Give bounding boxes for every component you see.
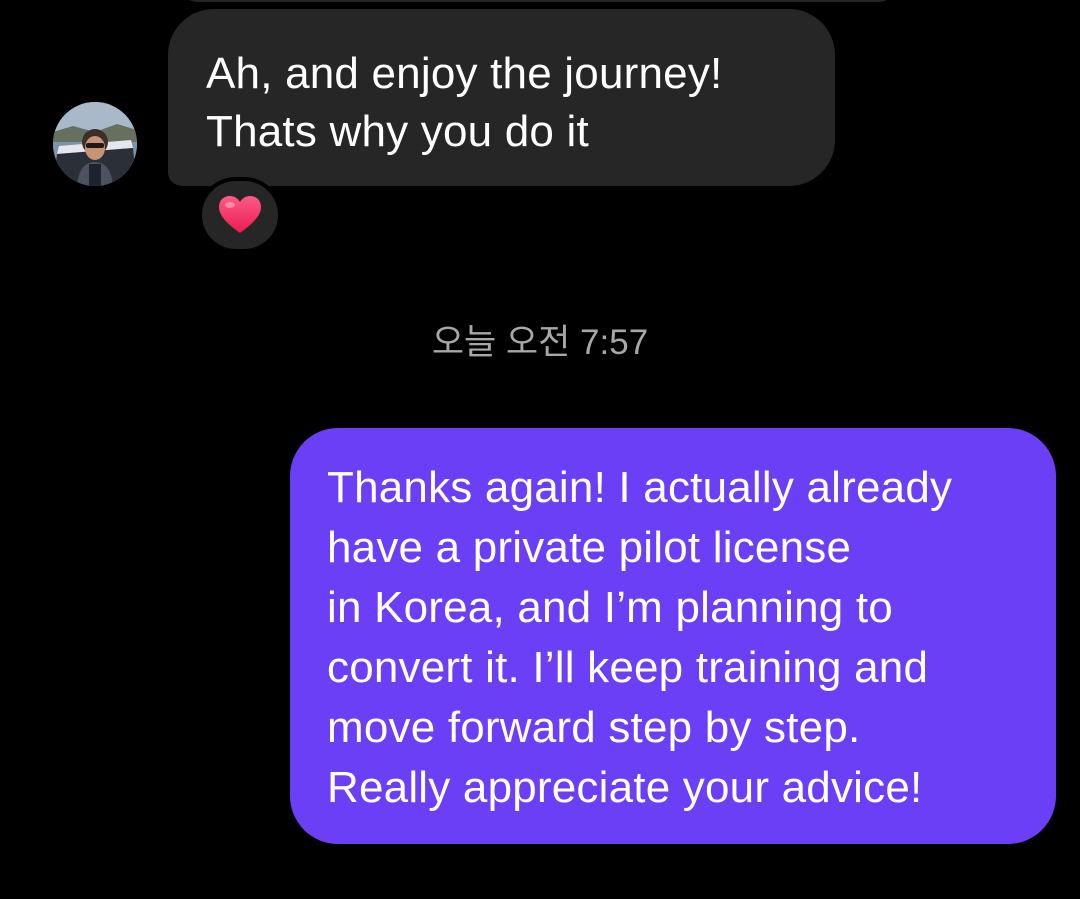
incoming-message-bubble[interactable]: Ah, and enjoy the journey! Thats why you… <box>168 9 835 186</box>
outgoing-message-line: have a private pilot license <box>327 523 852 572</box>
message-timestamp: 오늘 오전 7:57 <box>431 323 649 362</box>
incoming-message-line: Thats why you do it <box>206 107 589 156</box>
sender-avatar[interactable] <box>53 102 137 186</box>
outgoing-message-line: move forward step by step. <box>327 703 861 752</box>
outgoing-message-line: in Korea, and I’m planning to <box>327 583 893 632</box>
outgoing-message-line: Thanks again! I actually already <box>327 463 953 512</box>
previous-message-bubble-edge[interactable] <box>168 0 908 2</box>
incoming-message-line: Ah, and enjoy the journey! <box>206 49 723 98</box>
heart-icon <box>219 196 261 233</box>
outgoing-message-line: convert it. I’ll keep training and <box>327 643 929 692</box>
heart-reaction-badge[interactable] <box>198 177 282 253</box>
outgoing-message-bubble[interactable]: Thanks again! I actually already have a … <box>290 428 1056 844</box>
avatar-photo <box>53 102 137 186</box>
outgoing-message-line: Really appreciate your advice! <box>327 763 923 812</box>
